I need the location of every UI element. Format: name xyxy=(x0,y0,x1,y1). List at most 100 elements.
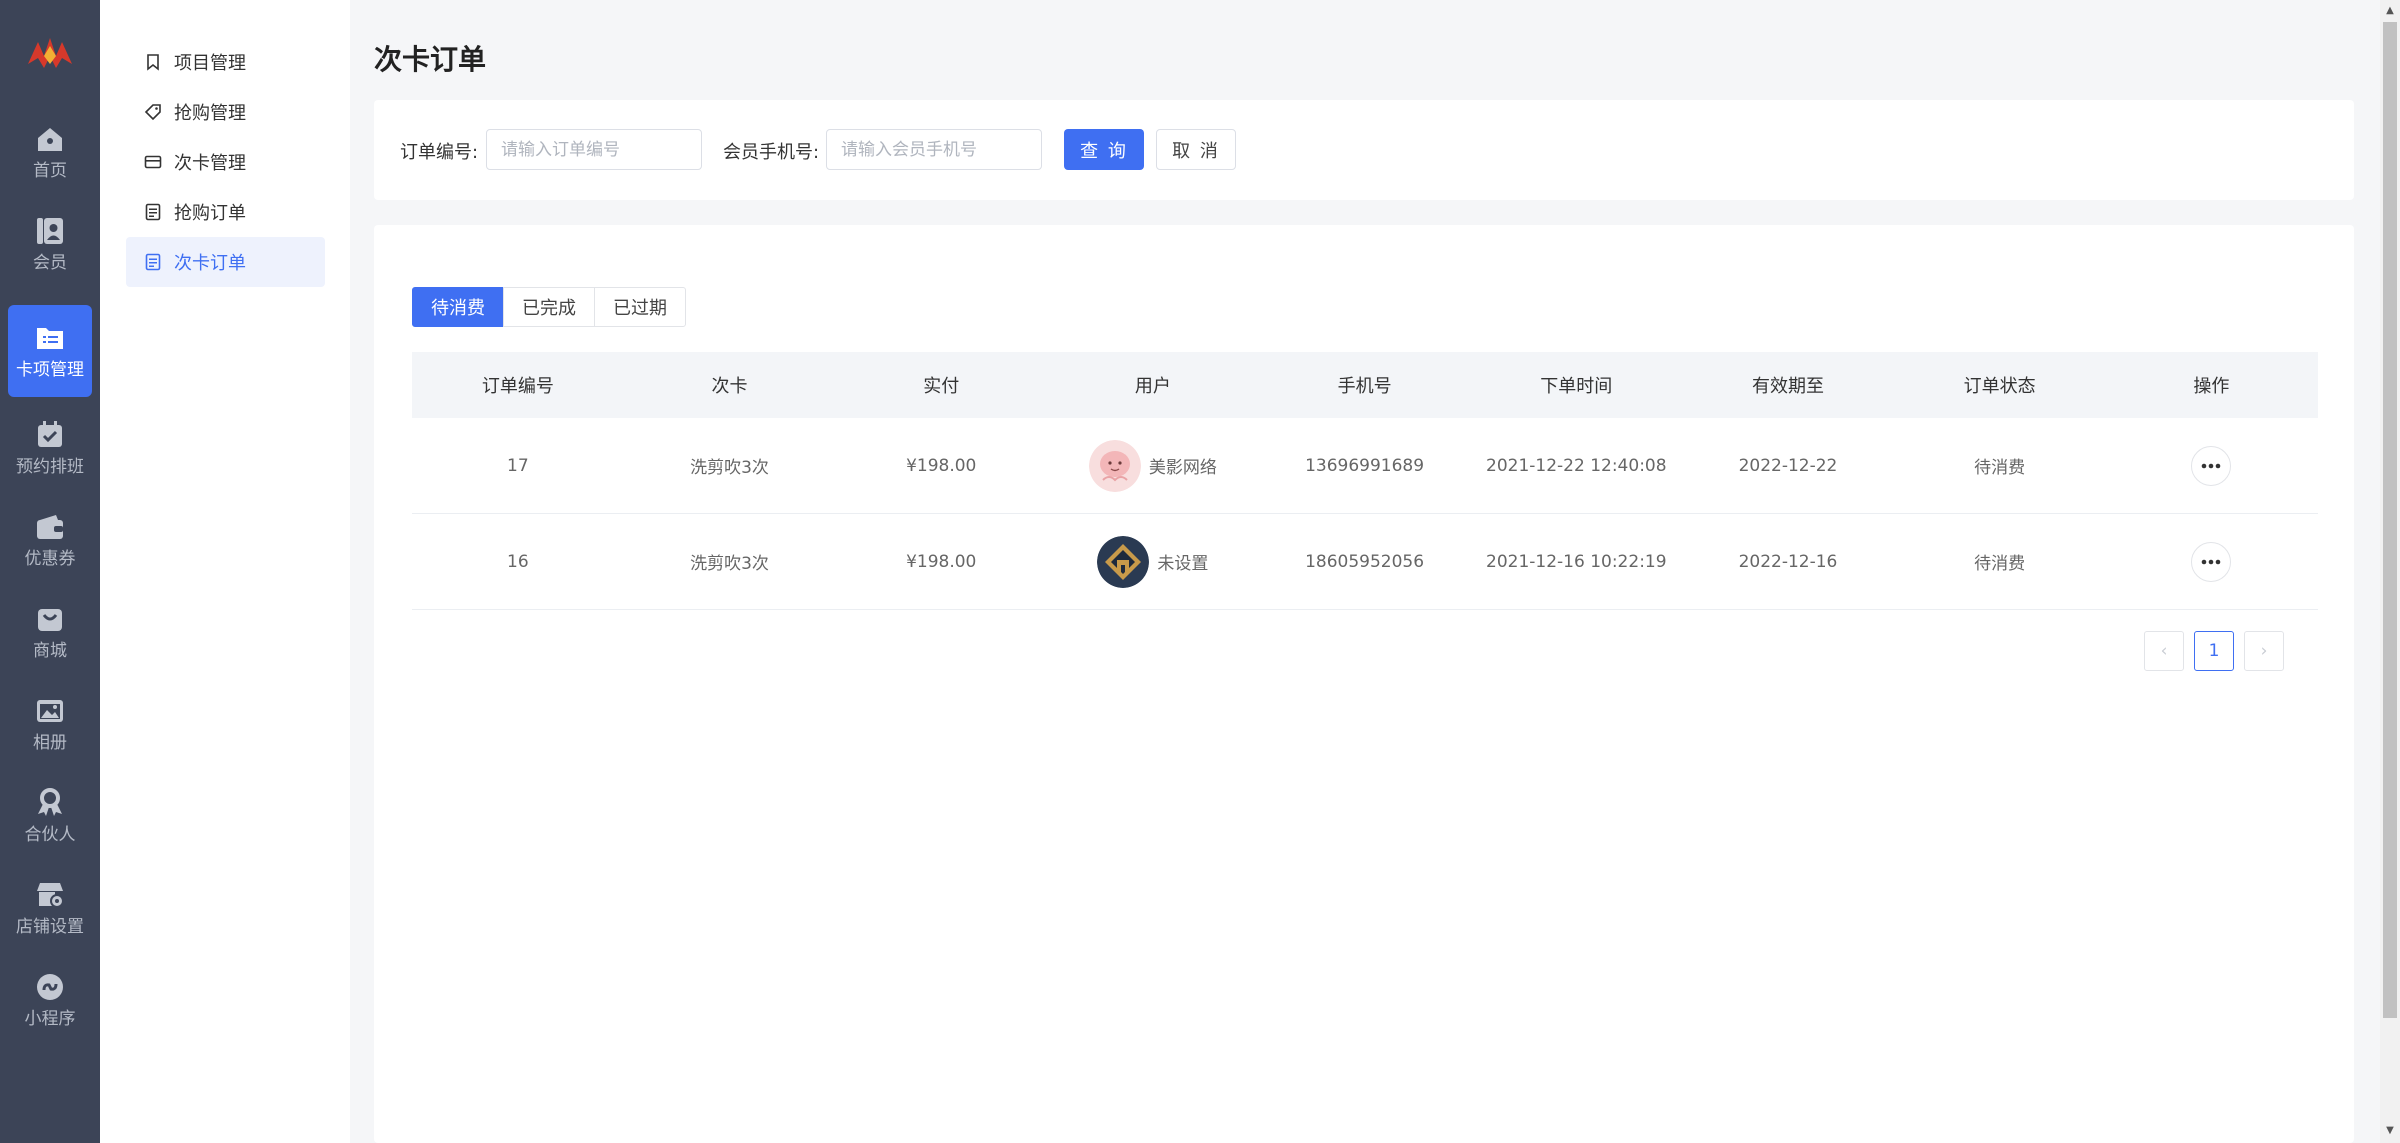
shopping-bag-icon xyxy=(38,609,62,631)
order-no-cell: 16 xyxy=(507,551,529,572)
order-no-input[interactable] xyxy=(486,129,702,170)
prev-page-button[interactable]: ‹ xyxy=(2144,631,2184,671)
query-button[interactable]: 查 询 xyxy=(1064,129,1144,170)
rail-item-label: 首页 xyxy=(33,161,67,181)
sub-item-label: 抢购订单 xyxy=(174,203,246,224)
document-icon xyxy=(145,203,161,221)
table-header: 订单编号 次卡 实付 用户 手机号 下单时间 有效期至 订单状态 操作 xyxy=(412,352,2318,418)
member-icon xyxy=(37,218,63,244)
more-dots-icon xyxy=(2202,559,2221,564)
sub-item-flash-sale-orders[interactable]: 抢购订单 xyxy=(126,187,325,237)
user-cell: 未设置 xyxy=(1047,535,1259,588)
partner-icon xyxy=(38,788,62,816)
rail-item-partner[interactable]: 合伙人 xyxy=(8,770,92,862)
paid-cell: ¥198.00 xyxy=(906,455,977,476)
page-number-button[interactable]: 1 xyxy=(2194,631,2234,671)
phone-cell: 13696991689 xyxy=(1305,455,1425,476)
phone-input[interactable] xyxy=(826,129,1042,170)
rail-item-card-management[interactable]: 卡项管理 xyxy=(8,305,92,397)
column-header: 下单时间 xyxy=(1540,376,1613,397)
phone-label: 会员手机号: xyxy=(723,142,820,163)
sub-item-label: 抢购管理 xyxy=(174,103,246,124)
wallet-icon xyxy=(37,515,63,539)
scroll-up-arrow-icon[interactable]: ▲ xyxy=(2380,2,2400,20)
sub-item-flash-sale-management[interactable]: 抢购管理 xyxy=(126,87,325,137)
orders-panel: 待消费 已完成 已过期 订单编号 次卡 实付 用户 手机号 下单时间 有效期至 … xyxy=(374,225,2354,1143)
sub-item-times-card-management[interactable]: 次卡管理 xyxy=(126,137,325,187)
rail-item-label: 预约排班 xyxy=(16,457,84,477)
avatar xyxy=(1097,535,1150,588)
sub-item-label: 次卡管理 xyxy=(174,153,246,174)
next-page-button[interactable]: › xyxy=(2244,631,2284,671)
column-header: 操作 xyxy=(2193,376,2230,397)
rail-item-label: 会员 xyxy=(33,253,67,273)
order-time-cell: 2021-12-16 10:22:19 xyxy=(1486,551,1667,572)
brand-logo[interactable] xyxy=(24,34,76,74)
action-cell xyxy=(2106,541,2318,582)
vertical-scrollbar[interactable]: ▲ ▼ xyxy=(2380,0,2400,1143)
sub-item-label: 项目管理 xyxy=(174,53,246,74)
album-icon xyxy=(37,700,63,722)
column-header: 实付 xyxy=(923,376,960,397)
more-actions-button[interactable] xyxy=(2191,445,2232,486)
rail-item-label: 优惠券 xyxy=(24,549,76,569)
sub-item-project-management[interactable]: 项目管理 xyxy=(126,37,325,87)
calendar-check-icon xyxy=(38,421,62,447)
page-title: 次卡订单 xyxy=(374,43,487,76)
sub-item-times-card-orders[interactable]: 次卡订单 xyxy=(126,237,325,287)
column-header: 用户 xyxy=(1134,376,1171,397)
home-icon xyxy=(38,128,62,151)
rail-item-label: 合伙人 xyxy=(24,825,76,845)
rail-item-label: 商城 xyxy=(33,641,67,661)
action-cell xyxy=(2106,445,2318,486)
cancel-button[interactable]: 取 消 xyxy=(1156,129,1236,170)
column-header: 有效期至 xyxy=(1751,376,1824,397)
rail-item-mall[interactable]: 商城 xyxy=(8,586,92,678)
valid-until-cell: 2022-12-22 xyxy=(1738,455,1838,476)
orders-table: 订单编号 次卡 实付 用户 手机号 下单时间 有效期至 订单状态 操作 17 洗… xyxy=(412,352,2318,610)
filter-panel: 订单编号: 会员手机号: 查 询 取 消 xyxy=(374,100,2354,200)
column-header: 次卡 xyxy=(711,376,748,397)
scrollbar-thumb[interactable] xyxy=(2383,22,2397,1018)
column-header: 订单状态 xyxy=(1963,376,2036,397)
paid-cell: ¥198.00 xyxy=(906,551,977,572)
tab-pending[interactable]: 待消费 xyxy=(412,287,504,327)
valid-until-cell: 2022-12-16 xyxy=(1738,551,1838,572)
column-header: 订单编号 xyxy=(481,376,554,397)
order-no-label: 订单编号: xyxy=(400,142,479,163)
card-cell: 洗剪吹3次 xyxy=(690,554,769,574)
main-nav-rail: 首页 会员 卡项管理 预约排班 优惠券 商城 相册 合伙人 店铺设置 小程序 xyxy=(0,0,100,1143)
table-row: 17 洗剪吹3次 ¥198.00 美影网络 13696991689 2021-1… xyxy=(412,418,2318,514)
rail-item-album[interactable]: 相册 xyxy=(8,678,92,770)
rail-item-label: 小程序 xyxy=(24,1009,76,1029)
card-cell: 洗剪吹3次 xyxy=(690,458,769,478)
rail-item-label: 店铺设置 xyxy=(16,917,84,937)
rail-item-label: 相册 xyxy=(33,733,67,753)
rail-item-mini-program[interactable]: 小程序 xyxy=(8,954,92,1046)
rail-item-appointment[interactable]: 预约排班 xyxy=(8,402,92,494)
bookmark-icon xyxy=(147,54,159,71)
phone-cell: 18605952056 xyxy=(1305,551,1425,572)
rail-item-home[interactable]: 首页 xyxy=(8,106,92,198)
column-header: 手机号 xyxy=(1337,376,1392,397)
card-icon xyxy=(144,155,162,169)
status-tabs: 待消费 已完成 已过期 xyxy=(412,287,686,327)
user-name: 未设置 xyxy=(1157,554,1209,574)
more-actions-button[interactable] xyxy=(2191,541,2232,582)
sub-menu: 项目管理 抢购管理 次卡管理 抢购订单 次卡订单 xyxy=(100,0,350,1143)
more-dots-icon xyxy=(2202,463,2221,468)
tab-expired[interactable]: 已过期 xyxy=(594,287,686,327)
scroll-down-arrow-icon[interactable]: ▼ xyxy=(2380,1122,2400,1140)
rail-item-member[interactable]: 会员 xyxy=(8,198,92,290)
avatar xyxy=(1088,439,1141,492)
order-no-cell: 17 xyxy=(507,455,529,476)
rail-item-store-settings[interactable]: 店铺设置 xyxy=(8,862,92,954)
status-cell: 待消费 xyxy=(1974,458,2026,478)
folder-list-icon xyxy=(37,328,63,349)
order-time-cell: 2021-12-22 12:40:08 xyxy=(1486,455,1667,476)
rail-item-coupon[interactable]: 优惠券 xyxy=(8,494,92,586)
rail-item-label: 卡项管理 xyxy=(16,360,84,380)
tab-completed[interactable]: 已完成 xyxy=(503,287,595,327)
mini-program-icon xyxy=(37,974,63,1000)
user-cell: 美影网络 xyxy=(1047,439,1259,492)
